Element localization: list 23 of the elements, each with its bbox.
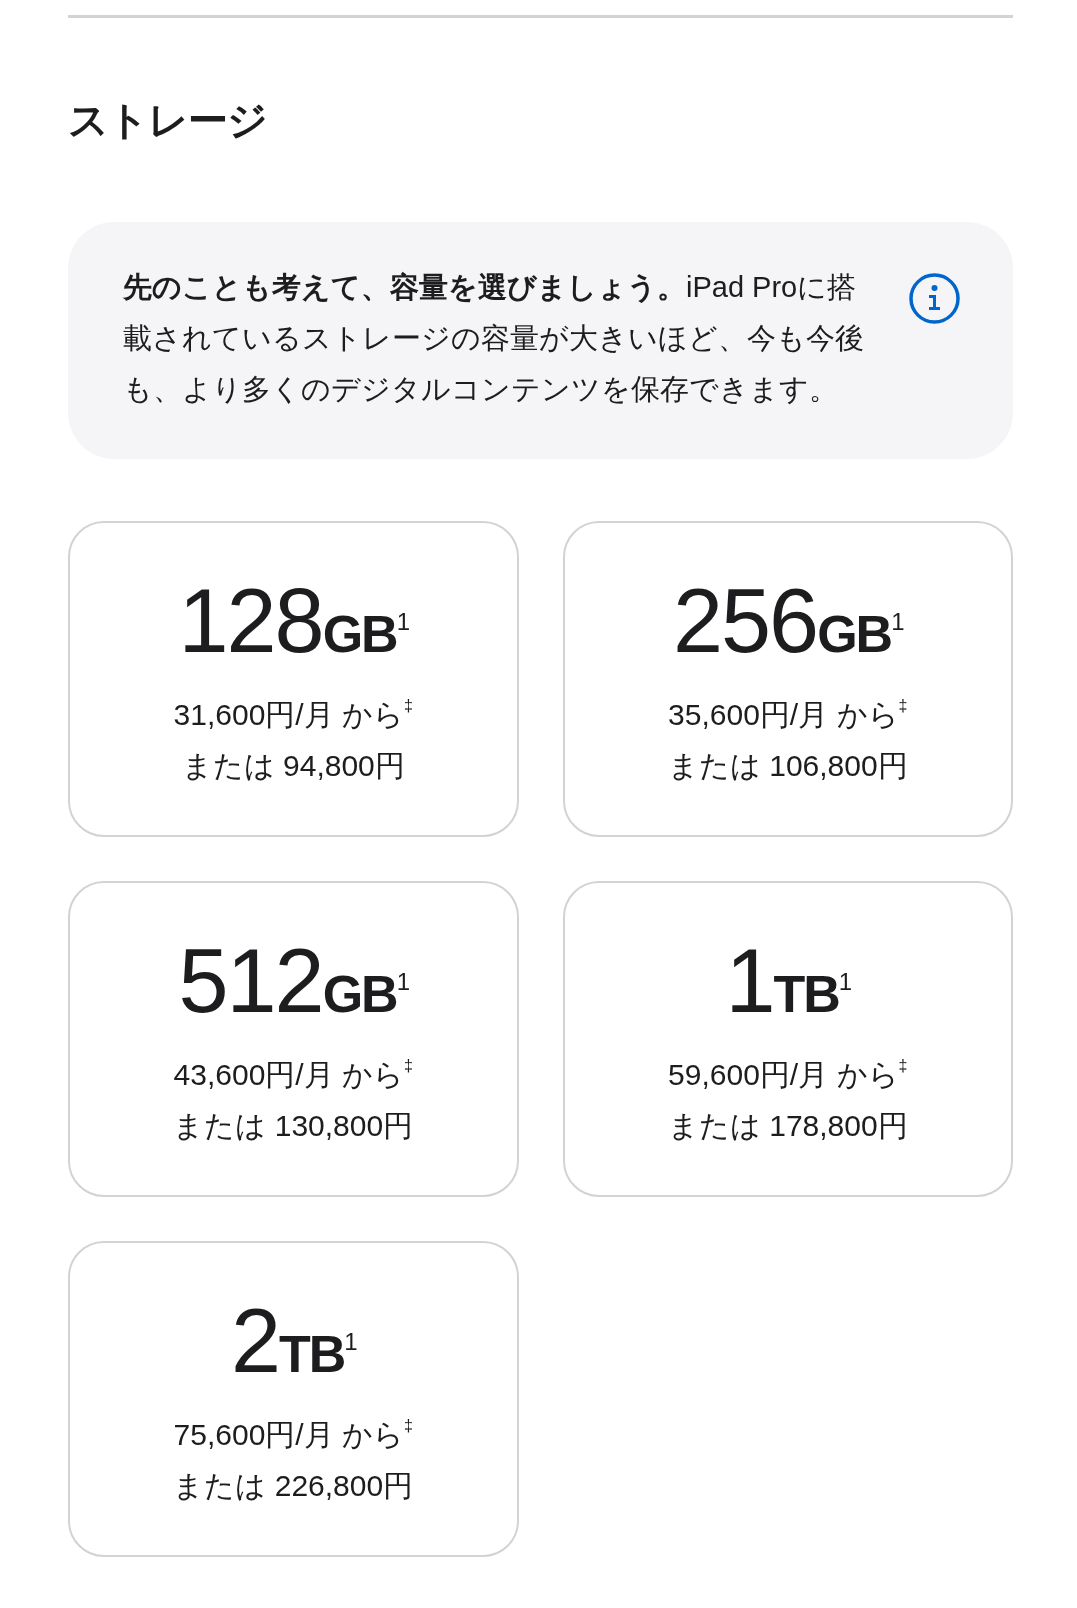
full-price: または 226,800円 — [173, 1468, 414, 1504]
capacity-label: 256GB$^{1}$ — [673, 576, 903, 673]
info-text: 先のことも考えて、容量を選びましょう。iPad Proに搭載されているストレージの容量が大きいほど、今も今後も、より多くのデジタルコンテンツを保存できます。 — [123, 270, 865, 407]
full-price: または 178,800円 — [667, 1108, 908, 1144]
capacity-label: 128GB$^{1}$ — [178, 576, 408, 673]
monthly-price: 75,600円/月 から$^{‡}$ — [173, 1416, 413, 1453]
full-price: または 94,800円 — [181, 748, 405, 784]
info-icon[interactable] — [909, 273, 960, 324]
storage-option[interactable]: 256GB$^{1}$ 35,600円/月 から$^{‡}$ または 106,800円 — [562, 521, 1013, 837]
storage-option[interactable]: 512GB$^{1}$ 43,600円/月 から$^{‡}$ または 130,800円 — [68, 881, 519, 1197]
monthly-price: 59,600円/月 から$^{‡}$ — [668, 1056, 908, 1093]
section-heading: ストレージ — [68, 97, 268, 144]
capacity-label: 2TB$^{1}$ — [230, 1296, 356, 1393]
storage-option[interactable]: 1TB$^{1}$ 59,600円/月 から$^{‡}$ または 178,800円 — [562, 881, 1013, 1197]
capacity-label: 512GB$^{1}$ — [178, 936, 408, 1033]
full-price: または 130,800円 — [173, 1108, 414, 1144]
full-price: または 106,800円 — [667, 748, 908, 784]
capacity-label: 1TB$^{1}$ — [725, 936, 851, 1033]
storage-option[interactable]: 128GB$^{1}$ 31,600円/月 から$^{‡}$ または 94,800円 — [68, 521, 519, 837]
monthly-price: 35,600円/月 から$^{‡}$ — [668, 696, 908, 733]
monthly-price: 43,600円/月 から$^{‡}$ — [173, 1056, 413, 1093]
storage-option[interactable]: 2TB$^{1}$ 75,600円/月 から$^{‡}$ または 226,800円 — [68, 1241, 519, 1557]
monthly-price: 31,600円/月 から$^{‡}$ — [173, 696, 413, 733]
